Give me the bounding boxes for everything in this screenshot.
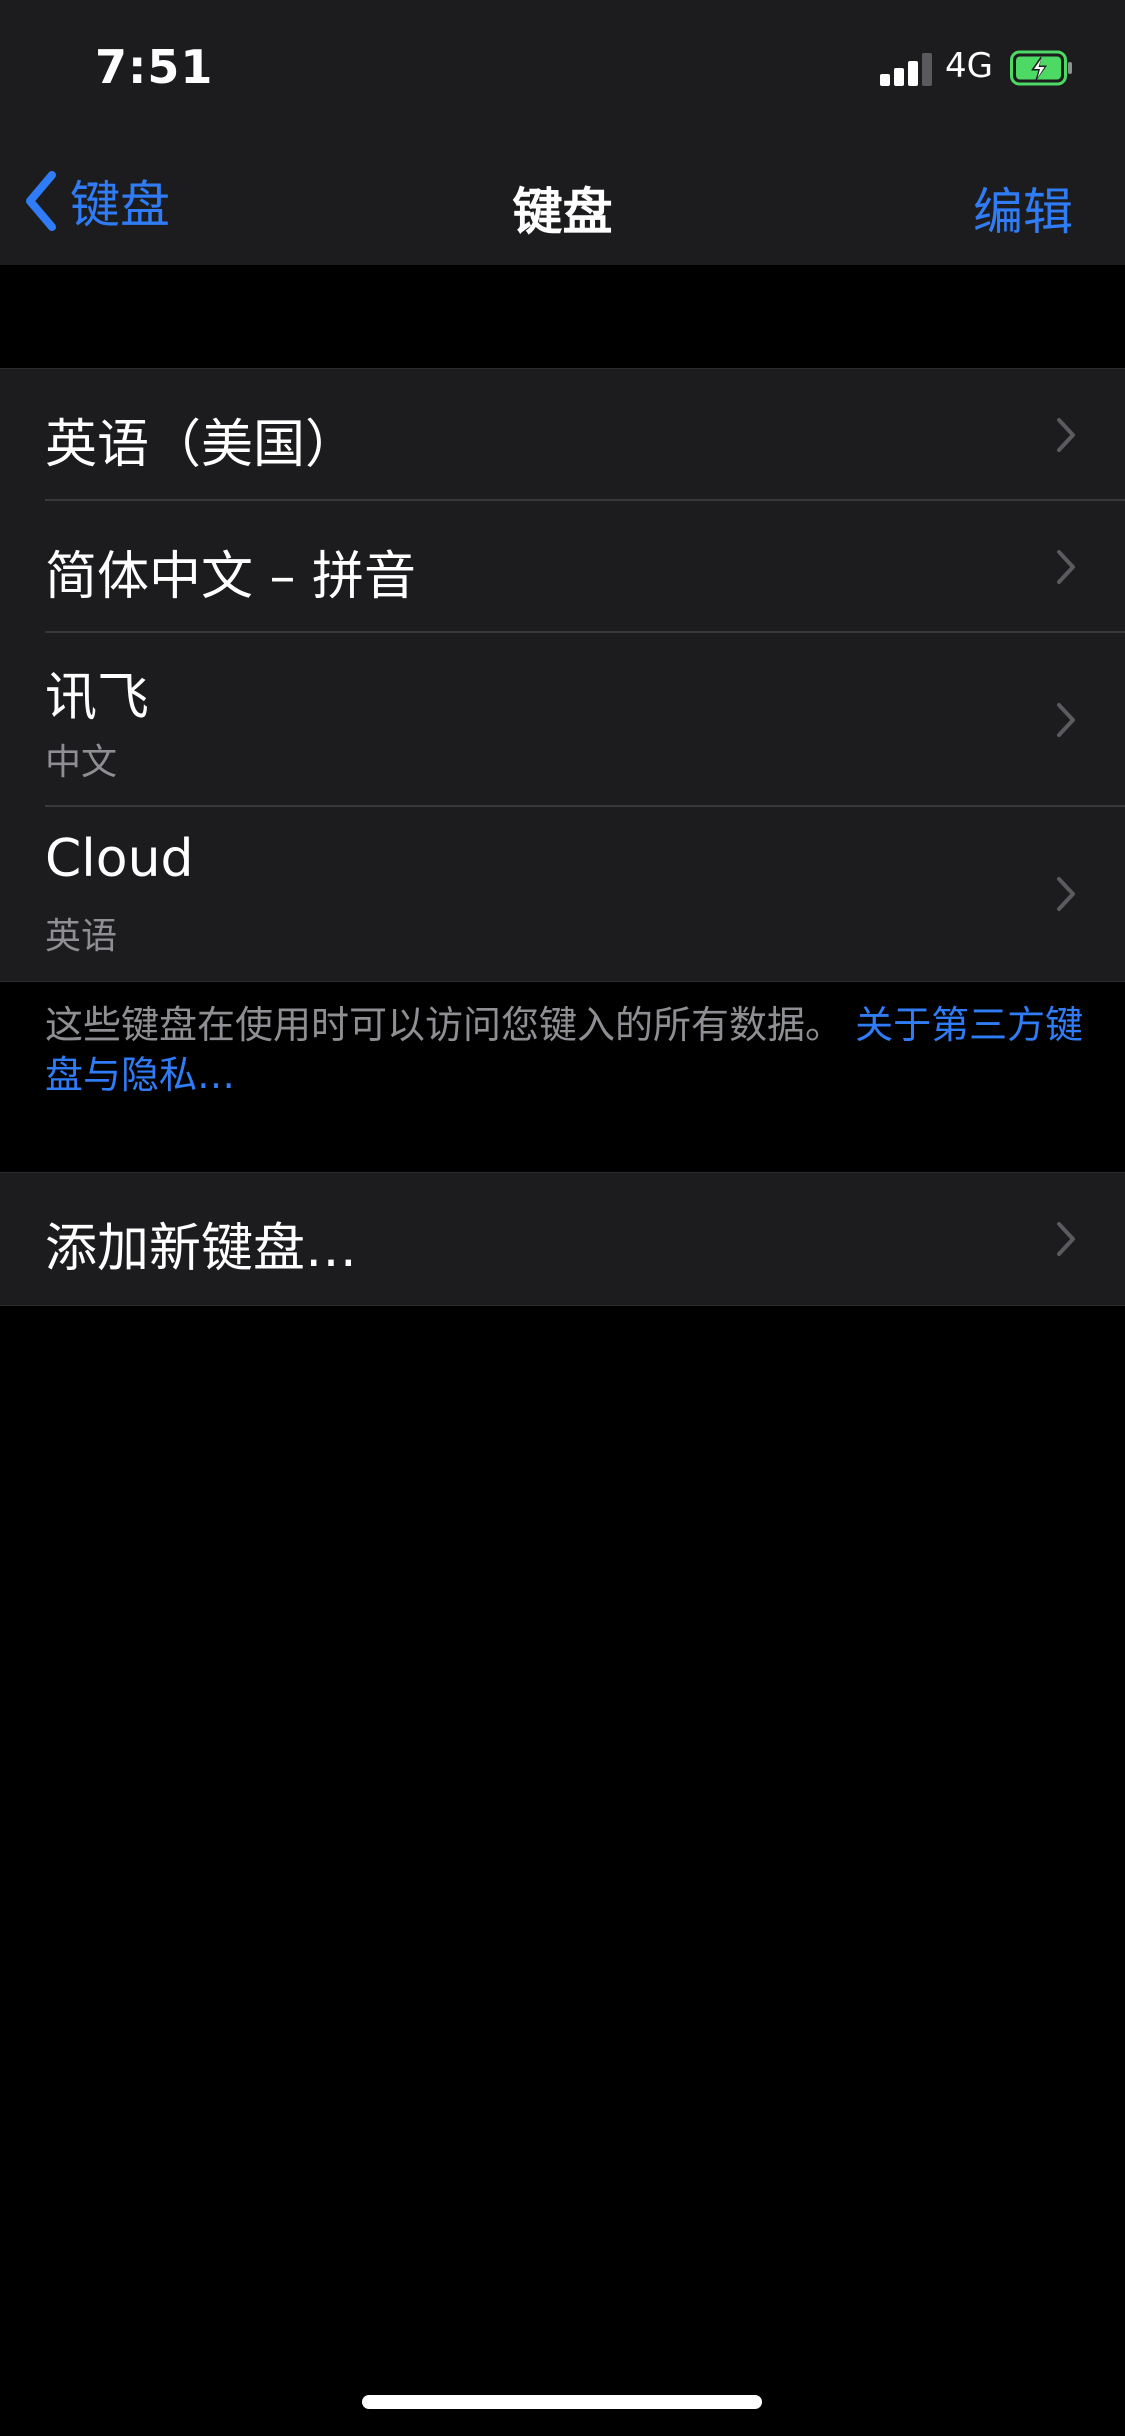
keyboard-title: 讯飞 (45, 668, 150, 728)
add-keyboard-group: 添加新键盘… (0, 1172, 1125, 1306)
network-type: 4G (945, 46, 993, 86)
keyboard-row-xunfei[interactable]: 讯飞 中文 (0, 633, 1125, 807)
keyboard-title: 英语（美国） (45, 415, 358, 475)
keyboard-title: 简体中文 – 拼音 (45, 547, 417, 607)
keyboard-subtitle: 中文 (45, 742, 118, 783)
battery-charging-icon (1010, 50, 1072, 86)
keyboard-list: 英语（美国） 简体中文 – 拼音 讯飞 中文 Cloud 英语 (0, 368, 1125, 982)
keyboard-row-pinyin[interactable]: 简体中文 – 拼音 (0, 501, 1125, 633)
privacy-note-text: 这些键盘在使用时可以访问您键入的所有数据。 (45, 1003, 844, 1047)
signal-icon (880, 52, 934, 86)
keyboard-row-cloud[interactable]: Cloud 英语 (0, 807, 1125, 981)
keyboard-subtitle: 英语 (45, 916, 118, 957)
navigation-bar: 键盘 键盘 编辑 (0, 140, 1125, 265)
privacy-note: 这些键盘在使用时可以访问您键入的所有数据。 关于第三方键盘与隐私… (45, 1000, 1085, 1100)
chevron-right-icon (1057, 418, 1075, 452)
add-keyboard-label: 添加新键盘… (45, 1219, 358, 1279)
chevron-right-icon (1057, 877, 1075, 911)
edit-button[interactable]: 编辑 (973, 172, 1073, 244)
page-title: 键盘 (512, 183, 613, 241)
keyboard-title: Cloud (45, 829, 194, 889)
add-keyboard-row[interactable]: 添加新键盘… (0, 1173, 1125, 1305)
status-time: 7:51 (95, 40, 214, 94)
chevron-right-icon (1057, 550, 1075, 584)
status-bar: 7:51 4G (0, 0, 1125, 140)
chevron-right-icon (1057, 1222, 1075, 1256)
home-indicator[interactable] (362, 2395, 762, 2409)
keyboard-row-english-us[interactable]: 英语（美国） (0, 369, 1125, 501)
chevron-right-icon (1057, 703, 1075, 737)
